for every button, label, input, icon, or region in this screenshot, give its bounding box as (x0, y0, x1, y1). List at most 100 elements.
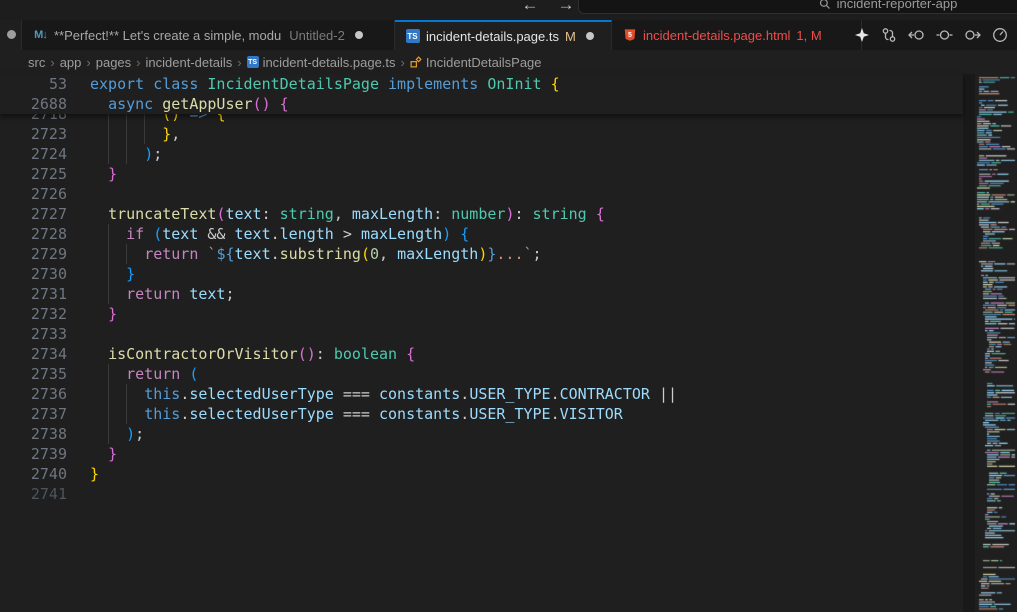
tab-untitled-markdown[interactable]: M↓ **Perfect!** Let's create a simple, m… (23, 20, 395, 50)
code-line[interactable]: 2732 } (0, 304, 963, 324)
code-line[interactable]: 2737 this.selectedUserType === constants… (0, 404, 963, 424)
line-number[interactable]: 2728 (0, 224, 67, 244)
compare-changes-icon[interactable] (936, 27, 953, 43)
previous-change-icon[interactable] (908, 27, 925, 43)
code-token: . (271, 245, 280, 263)
code-token: ) (442, 225, 451, 243)
code-line[interactable]: 2731 return text; (0, 284, 963, 304)
code-token: selectedUserType (189, 405, 334, 423)
copilot-icon[interactable] (854, 27, 870, 43)
code-token: . (551, 385, 560, 403)
line-number[interactable]: 2741 (0, 484, 67, 504)
breadcrumb-item-pages[interactable]: pages (96, 55, 131, 70)
line-number[interactable]: 2731 (0, 284, 67, 304)
code-line[interactable]: 2740} (0, 464, 963, 484)
code-token: isContractorOrVisitor (108, 345, 298, 363)
line-number[interactable]: 2740 (0, 464, 67, 484)
code-token (397, 345, 406, 363)
sticky-scroll[interactable]: 53export class IncidentDetailsPage imple… (0, 74, 963, 114)
timeline-icon[interactable] (992, 27, 1008, 43)
code-token: { (280, 95, 289, 113)
code-line[interactable]: 2729 return `${text.substring(0, maxLeng… (0, 244, 963, 264)
line-number[interactable]: 2724 (0, 144, 67, 164)
indent-guide (126, 124, 127, 144)
code-line[interactable]: 2724 ); (0, 144, 963, 164)
code-editor[interactable]: 2718 () => {2723 },2724 );2725 }27262727… (0, 74, 1017, 612)
line-number[interactable]: 2729 (0, 244, 67, 264)
open-changes-icon[interactable] (881, 27, 897, 43)
code-line[interactable]: 2688 async getAppUser() { (0, 94, 963, 114)
code-token: , (379, 245, 397, 263)
code-token: { (596, 205, 605, 223)
code-token (90, 385, 144, 403)
code-token: if (126, 225, 144, 243)
editor-scrollbar[interactable] (963, 74, 975, 612)
code-content[interactable]: 2718 () => {2723 },2724 );2725 }27262727… (0, 74, 963, 612)
line-number[interactable]: 2738 (0, 424, 67, 444)
indent-guide (108, 284, 109, 304)
code-token: CONTRACTOR (560, 385, 650, 403)
html-file-icon: 5 (623, 28, 637, 42)
code-token: { (406, 345, 415, 363)
line-number[interactable]: 2736 (0, 384, 67, 404)
code-line[interactable]: 2725 } (0, 164, 963, 184)
code-line[interactable]: 2723 }, (0, 124, 963, 144)
tab-incident-details-page-ts[interactable]: TS incident-details.page.ts M (395, 20, 612, 50)
navigate-back-button[interactable]: ← (518, 0, 542, 15)
navigate-forward-button[interactable]: → (554, 0, 578, 15)
code-token: . (460, 385, 469, 403)
code-token: maxLength (361, 225, 442, 243)
next-change-icon[interactable] (964, 27, 981, 43)
code-token: selectedUserType (189, 385, 334, 403)
modified-dot-icon[interactable] (586, 32, 594, 40)
breadcrumb-item-incident-details[interactable]: incident-details (146, 55, 233, 70)
code-line[interactable]: 2727 truncateText(text: string, maxLengt… (0, 204, 963, 224)
line-number[interactable]: 2726 (0, 184, 67, 204)
code-line[interactable]: 2733 (0, 324, 963, 344)
line-number[interactable]: 2725 (0, 164, 67, 184)
line-number[interactable]: 53 (0, 74, 67, 94)
code-token: || (650, 385, 677, 403)
line-number[interactable]: 2733 (0, 324, 67, 344)
code-line[interactable]: 53export class IncidentDetailsPage imple… (0, 74, 963, 94)
modified-dot-icon[interactable] (355, 31, 363, 39)
tab-incident-details-page-html[interactable]: 5 incident-details.page.html 1, M (612, 20, 862, 50)
code-token: text (225, 205, 261, 223)
code-line[interactable]: 2734 isContractorOrVisitor(): boolean { (0, 344, 963, 364)
indent-guide (108, 144, 109, 164)
line-number[interactable]: 2737 (0, 404, 67, 424)
breadcrumb-label: incident-details (146, 55, 233, 70)
code-line[interactable]: 2741 (0, 484, 963, 504)
line-number[interactable]: 2730 (0, 264, 67, 284)
code-line[interactable]: 2730 } (0, 264, 963, 284)
indent-guide (108, 244, 109, 264)
code-line[interactable]: 2736 this.selectedUserType === constants… (0, 384, 963, 404)
code-token: number (451, 205, 505, 223)
line-number[interactable]: 2688 (0, 94, 67, 114)
minimap[interactable] (975, 74, 1017, 612)
code-line[interactable]: 2726 (0, 184, 963, 204)
code-token: , (171, 125, 180, 143)
breadcrumb-item-app[interactable]: app (60, 55, 82, 70)
code-line[interactable]: 2735 return ( (0, 364, 963, 384)
code-line[interactable]: 2728 if (text && text.length > maxLength… (0, 224, 963, 244)
code-line[interactable]: 2739 } (0, 444, 963, 464)
breadcrumb-item-incidentdetailspage[interactable]: IncidentDetailsPage (410, 55, 542, 70)
code-token (144, 225, 153, 243)
line-number[interactable]: 2739 (0, 444, 67, 464)
line-number[interactable]: 2734 (0, 344, 67, 364)
breadcrumb-item-src[interactable]: src (28, 55, 45, 70)
code-token (90, 145, 144, 163)
indent-guide (126, 384, 127, 404)
indent-guide (108, 384, 109, 404)
code-line[interactable]: 2738 ); (0, 424, 963, 444)
line-number[interactable]: 2735 (0, 364, 67, 384)
line-number[interactable]: 2727 (0, 204, 67, 224)
code-token: implements (388, 75, 487, 93)
line-number[interactable]: 2732 (0, 304, 67, 324)
line-number[interactable]: 2723 (0, 124, 67, 144)
breadcrumb-item-incident-details-page-ts[interactable]: TSincident-details.page.ts (247, 55, 396, 70)
code-token (587, 205, 596, 223)
command-center-search[interactable]: incident-reporter-app (578, 0, 1017, 14)
breadcrumb: src›app›pages›incident-details›TSinciden… (0, 50, 1017, 74)
